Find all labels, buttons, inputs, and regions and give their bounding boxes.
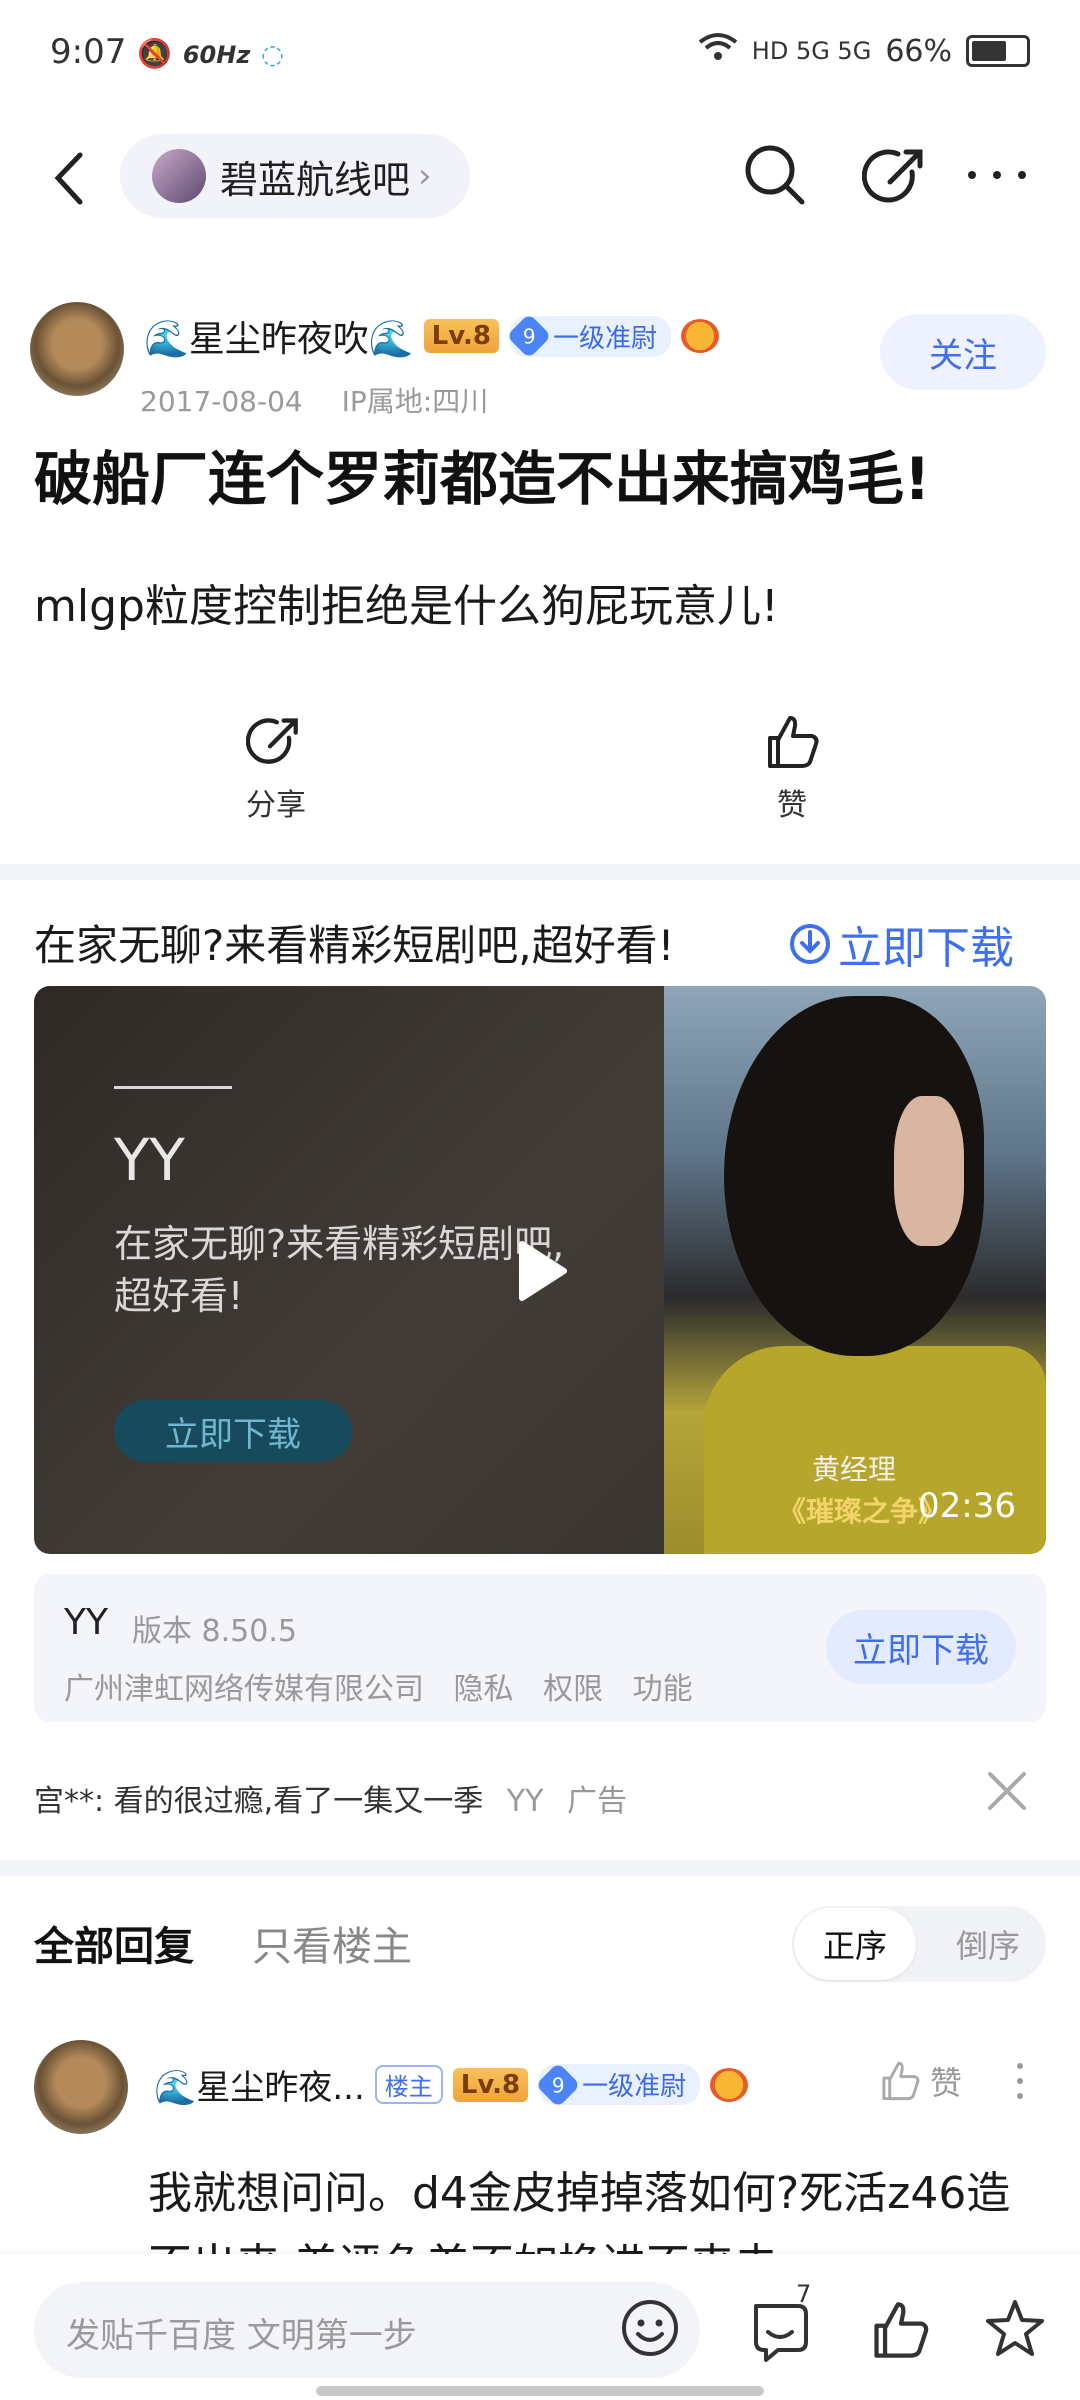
post-body: mlgp粒度控制拒绝是什么狗屁玩意儿!	[34, 581, 779, 632]
ad-label: 广告	[566, 1784, 627, 1819]
share-action[interactable]: 分享	[246, 712, 306, 824]
status-bar: 9:07 🔕 60Hz ◌ HD 5G 5G 66%	[0, 0, 1080, 110]
star-icon[interactable]	[982, 2296, 1048, 2366]
back-icon[interactable]	[40, 140, 100, 220]
forum-pill[interactable]: 碧蓝航线吧 ›	[120, 134, 470, 218]
forum-name: 碧蓝航线吧	[220, 157, 411, 202]
like-icon[interactable]	[868, 2298, 932, 2366]
reply-emoji-badge-icon	[710, 2067, 749, 2102]
comment-count: 7	[796, 2280, 812, 2308]
sort-asc-button[interactable]: 正序	[794, 1908, 916, 1980]
share-icon	[246, 718, 298, 764]
battery-text: 66%	[885, 33, 952, 69]
battery-fill	[972, 41, 1007, 61]
reply-input-placeholder: 发贴千百度 文明第一步	[66, 2316, 417, 2356]
ad-download-link[interactable]: 立即下载	[788, 912, 1014, 976]
features-link[interactable]: 功能	[633, 1672, 693, 1707]
forum-avatar	[152, 149, 206, 203]
search-icon[interactable]	[740, 140, 810, 210]
ad-source: YY	[506, 1784, 544, 1819]
author-row: 🌊星尘昨夜吹🌊 Lv.8 9 一级准尉	[144, 310, 720, 362]
reply-like-button[interactable]: 赞	[878, 2058, 962, 2104]
app-company: 广州津虹网络传媒有限公司	[64, 1672, 424, 1707]
post-ip: IP属地:四川	[341, 385, 489, 418]
status-right: HD 5G 5G 66%	[698, 32, 1030, 70]
reply-author-row: 🌊星尘昨夜... 楼主 Lv.8 9 一级准尉	[154, 2060, 749, 2109]
section-divider-2	[0, 1860, 1080, 1876]
reply-rank-badge: 9 一级准尉	[535, 2061, 701, 2108]
reply-author-name[interactable]: 🌊星尘昨夜...	[154, 2060, 365, 2109]
like-action[interactable]: 赞	[762, 712, 822, 824]
status-time: 9:07 🔕 60Hz ◌	[50, 32, 284, 72]
level-badge: Lv.8	[423, 319, 500, 353]
ad-video-button: 立即下载	[114, 1400, 352, 1462]
reply-avatar[interactable]	[34, 2040, 128, 2134]
app-name: YY	[64, 1602, 108, 1643]
share-icon[interactable]	[861, 142, 932, 212]
ad-comment-user: 宫**:	[34, 1784, 105, 1819]
rank-badge: 9 一级准尉	[506, 313, 672, 359]
post-meta: 2017-08-04 IP属地:四川	[140, 380, 488, 420]
refresh-rate: 60Hz	[182, 41, 251, 69]
network-label: HD 5G 5G	[751, 37, 872, 65]
app-company-row: 广州津虹网络传媒有限公司 隐私 权限 功能	[64, 1664, 693, 1708]
more-icon[interactable]	[962, 155, 1032, 195]
ad-headline[interactable]: 在家无聊?来看精彩短剧吧,超好看!	[34, 912, 674, 973]
app-download-button[interactable]: 立即下载	[826, 1610, 1016, 1684]
download-icon	[790, 924, 830, 964]
share-label: 分享	[246, 788, 306, 823]
video-caption-name: 黄经理	[812, 1453, 897, 1486]
app-version: 版本 8.50.5	[132, 1614, 297, 1649]
sort-desc-button[interactable]: 倒序	[930, 1908, 1046, 1980]
reply-more-icon[interactable]	[1010, 2056, 1030, 2106]
author-avatar[interactable]	[30, 302, 124, 396]
permissions-link[interactable]: 权限	[543, 1672, 603, 1707]
ad-comment-row: 宫**: 看的很过瘾,看了一集又一季 YY 广告	[34, 1776, 627, 1820]
video-duration: 02:36	[918, 1486, 1016, 1526]
reply-level-badge: Lv.8	[452, 2067, 529, 2102]
ad-video-title: YY	[114, 1126, 185, 1194]
play-icon[interactable]	[504, 1236, 574, 1306]
tab-host-only[interactable]: 只看楼主	[252, 1914, 412, 1972]
chat-icon: ◌	[261, 40, 284, 70]
ad-comment-text: 看的很过瘾,看了一集又一季	[113, 1784, 484, 1819]
follow-button[interactable]: 关注	[880, 314, 1046, 390]
host-badge: 楼主	[374, 2065, 443, 2104]
privacy-link[interactable]: 隐私	[454, 1672, 514, 1707]
section-divider	[0, 864, 1080, 880]
emoji-icon[interactable]	[618, 2296, 682, 2364]
battery-icon	[966, 35, 1030, 67]
post-date: 2017-08-04	[140, 385, 303, 418]
post-title: 破船厂连个罗莉都造不出来搞鸡毛!	[34, 445, 931, 513]
author-name[interactable]: 🌊星尘昨夜吹🌊	[144, 310, 414, 362]
thumbs-up-icon	[768, 716, 819, 768]
chevron-right-icon: ›	[418, 156, 432, 196]
close-icon[interactable]	[984, 1768, 1030, 1814]
mute-icon: 🔕	[137, 37, 173, 70]
tab-all-replies[interactable]: 全部回复	[34, 1914, 194, 1972]
thumbs-up-icon	[882, 2061, 920, 2101]
emoji-badge-icon	[681, 319, 720, 353]
wifi-icon	[698, 32, 738, 70]
like-label: 赞	[777, 788, 807, 823]
home-indicator[interactable]	[316, 2386, 764, 2396]
